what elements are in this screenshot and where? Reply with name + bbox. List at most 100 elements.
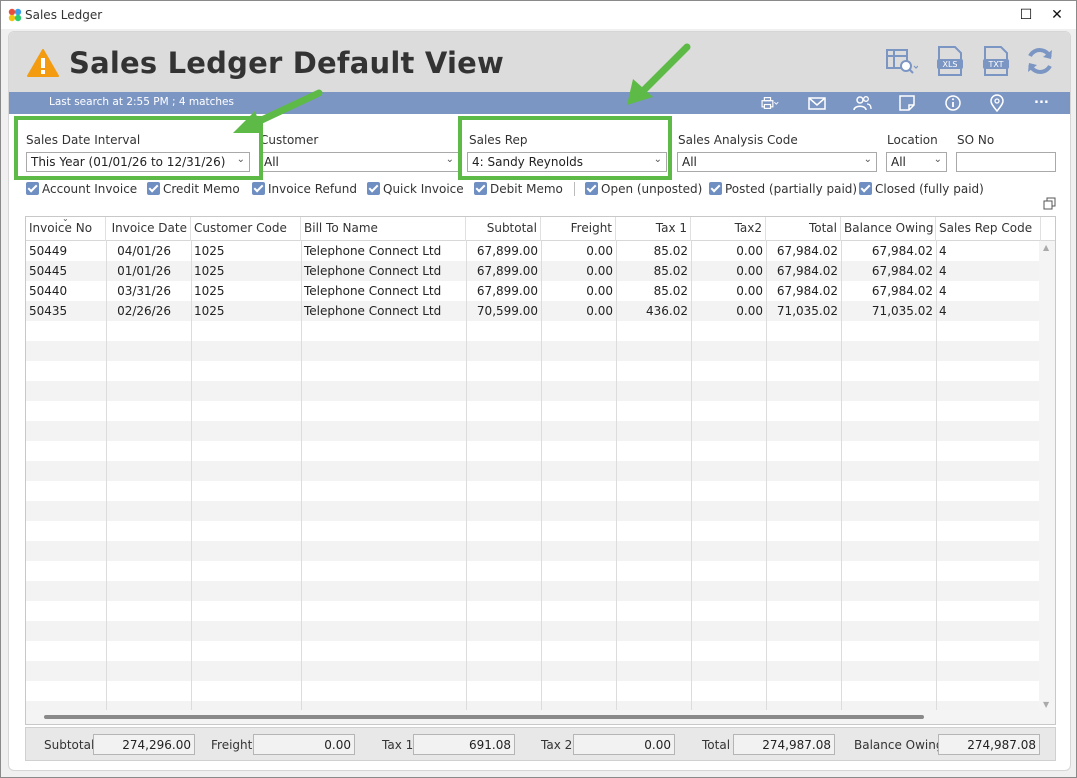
table-row[interactable]: 50449 04/01/26 1025 Telephone Connect Lt… [26,241,1041,261]
cell-customer-code: 1025 [194,304,225,318]
column-header-bill-to-name[interactable]: Bill To Name [301,217,466,241]
chevron-down-icon: ⌄ [933,154,942,165]
open-unposted-checkbox[interactable]: Open (unposted) [585,182,702,198]
tax2-value: 0.00 [573,734,675,755]
column-header-tax2[interactable]: Tax2 [691,217,766,241]
invoice-refund-checkbox[interactable]: Invoice Refund [252,182,357,198]
empty-row [26,401,1041,421]
invoice-table: Invoice No ⌄ Invoice Date Customer Code … [25,216,1056,725]
empty-row [26,581,1041,601]
column-header-tax1[interactable]: Tax 1 [616,217,691,241]
scroll-down-icon[interactable]: ▼ [1043,700,1049,709]
customer-select[interactable]: All ⌄ [259,152,459,172]
debit-memo-checkbox[interactable]: Debit Memo [474,182,563,198]
cell-subtotal: 70,599.00 [476,304,538,318]
xls-export-icon[interactable]: XLS [933,44,967,78]
cell-sales-rep-code: 4 [939,284,947,298]
cell-total: 67,984.02 [776,264,838,278]
info-icon[interactable] [943,94,963,112]
checkbox-divider [574,182,575,196]
cell-bill-to-name: Telephone Connect Ltd [304,244,442,258]
checkbox-checked-icon [585,182,598,195]
print-icon[interactable] [759,94,779,112]
credit-memo-checkbox[interactable]: Credit Memo [147,182,240,198]
empty-row [26,661,1041,681]
annotation-arrow-icon [233,89,323,133]
sales-analysis-code-label: Sales Analysis Code [678,133,798,147]
cell-balance-owing: 67,984.02 [871,264,933,278]
empty-row [26,481,1041,501]
cell-tax2: 0.00 [736,264,763,278]
column-header-balance-owing[interactable]: Balance Owing [841,217,936,241]
scroll-up-icon[interactable]: ▲ [1043,243,1049,252]
location-label: Location [887,133,938,147]
column-header-freight[interactable]: Freight [541,217,616,241]
column-divider [466,241,467,711]
column-header-total[interactable]: Total [766,217,841,241]
email-icon[interactable] [807,94,827,112]
account-invoice-checkbox[interactable]: Account Invoice [26,182,137,198]
cell-subtotal: 67,899.00 [476,244,538,258]
column-divider [766,241,767,711]
contacts-icon[interactable] [852,94,872,112]
cell-bill-to-name: Telephone Connect Ltd [304,304,442,318]
column-divider [936,241,937,711]
subtotal-value: 274,296.00 [93,734,195,755]
empty-row [26,361,1041,381]
quick-invoice-checkbox[interactable]: Quick Invoice [367,182,464,198]
close-button[interactable]: ✕ [1045,5,1069,25]
checkbox-checked-icon [709,182,722,195]
cell-sales-rep-code: 4 [939,304,947,318]
cell-freight: 0.00 [586,264,613,278]
window-title: Sales Ledger [25,8,103,22]
column-header-customer-code[interactable]: Customer Code [191,217,301,241]
checkbox-checked-icon [26,182,39,195]
balance-owing-label: Balance Owing [854,738,944,752]
cell-balance-owing: 67,984.02 [871,244,933,258]
cell-sales-rep-code: 4 [939,264,947,278]
closed-fully-paid-checkbox[interactable]: Closed (fully paid) [859,182,984,198]
location-select[interactable]: All ⌄ [886,152,947,172]
table-row[interactable]: 50435 02/26/26 1025 Telephone Connect Lt… [26,301,1041,321]
txt-export-icon[interactable]: TXT [979,44,1013,78]
table-row[interactable]: 50440 03/31/26 1025 Telephone Connect Lt… [26,281,1041,301]
refresh-icon[interactable] [1023,44,1057,78]
restore-layout-icon[interactable] [1043,197,1057,211]
column-header-subtotal[interactable]: Subtotal [466,217,541,241]
column-header-sales-rep-code[interactable]: Sales Rep Code [936,217,1041,241]
empty-row [26,321,1041,341]
svg-text:TXT: TXT [987,60,1003,69]
cell-balance-owing: 67,984.02 [871,284,933,298]
so-no-input[interactable] [956,152,1056,172]
checkbox-label: Account Invoice [42,182,138,196]
cell-customer-code: 1025 [194,264,225,278]
so-no-label: SO No [957,133,995,147]
horizontal-scrollbar[interactable] [26,710,1055,724]
checkbox-label: Invoice Refund [268,182,357,196]
location-icon[interactable] [987,94,1007,112]
chevron-down-icon: ⌄ [863,154,872,165]
posted-partially-paid-checkbox[interactable]: Posted (partially paid) [709,182,857,198]
cell-subtotal: 67,899.00 [476,264,538,278]
checkbox-label: Debit Memo [490,182,563,196]
column-header-invoice-date[interactable]: Invoice Date [106,217,191,241]
table-header: Invoice No ⌄ Invoice Date Customer Code … [26,217,1055,241]
checkbox-checked-icon [367,182,380,195]
column-divider [691,241,692,711]
column-divider [191,241,192,711]
note-icon[interactable] [897,94,917,112]
more-icon[interactable]: ... [1034,92,1054,110]
table-row[interactable]: 50445 01/01/26 1025 Telephone Connect Lt… [26,261,1041,281]
cell-balance-owing: 71,035.02 [871,304,933,318]
tax1-label: Tax 1 [382,738,414,752]
page-title: Sales Ledger Default View [69,46,504,80]
sales-analysis-code-select[interactable]: All ⌄ [677,152,877,172]
toolbar-bar: Last search at 2:55 PM ; 4 matches ... [9,92,1070,114]
horizontal-scroll-thumb[interactable] [44,715,924,719]
maximize-button[interactable]: ☐ [1014,5,1038,25]
vertical-scrollbar[interactable]: ▲ ▼ [1039,241,1055,711]
column-divider [106,241,107,711]
sales-ledger-window: Sales Ledger ☐ ✕ Sales Ledger Default Vi… [0,0,1077,778]
grid-search-icon[interactable] [884,44,918,78]
empty-row [26,341,1041,361]
